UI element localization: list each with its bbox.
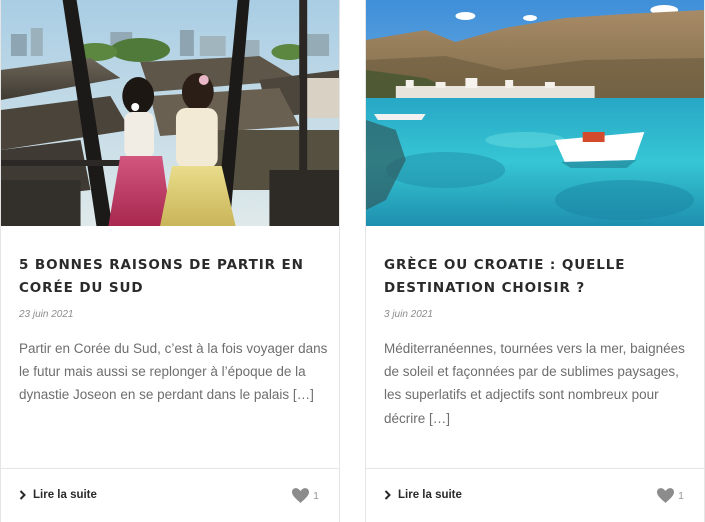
post-card: Grèce ou Croatie : quelle destination ch… [365,0,705,522]
like-button[interactable]: 1 [292,488,319,503]
heart-icon [292,488,310,503]
like-count: 1 [313,489,319,502]
post-date: 3 juin 2021 [384,309,433,320]
like-button[interactable]: 1 [657,488,684,503]
post-title[interactable]: Grèce ou Croatie : quelle destination ch… [384,254,690,300]
post-thumbnail-image [366,0,704,226]
post-footer: Lire la suite 1 [366,468,704,522]
heart-icon [657,488,675,503]
read-more-label: Lire la suite [398,489,462,501]
chevron-right-icon [384,490,391,500]
read-more-link[interactable]: Lire la suite [384,489,462,501]
chevron-right-icon [19,490,26,500]
like-count: 1 [678,489,684,502]
post-excerpt: Partir en Corée du Sud, c’est à la fois … [19,341,328,403]
post-thumbnail-image [1,0,339,226]
read-more-label: Lire la suite [33,489,97,501]
post-footer: Lire la suite 1 [1,468,339,522]
post-excerpt: Méditerranéennes, tournées vers la mer, … [384,341,685,426]
post-thumbnail-link[interactable] [1,0,339,226]
read-more-link[interactable]: Lire la suite [19,489,97,501]
post-title[interactable]: 5 bonnes raisons de partir en Corée du S… [19,254,325,300]
post-thumbnail-link[interactable] [366,0,704,226]
post-date: 23 juin 2021 [19,309,74,320]
post-card: 5 bonnes raisons de partir en Corée du S… [0,0,340,522]
